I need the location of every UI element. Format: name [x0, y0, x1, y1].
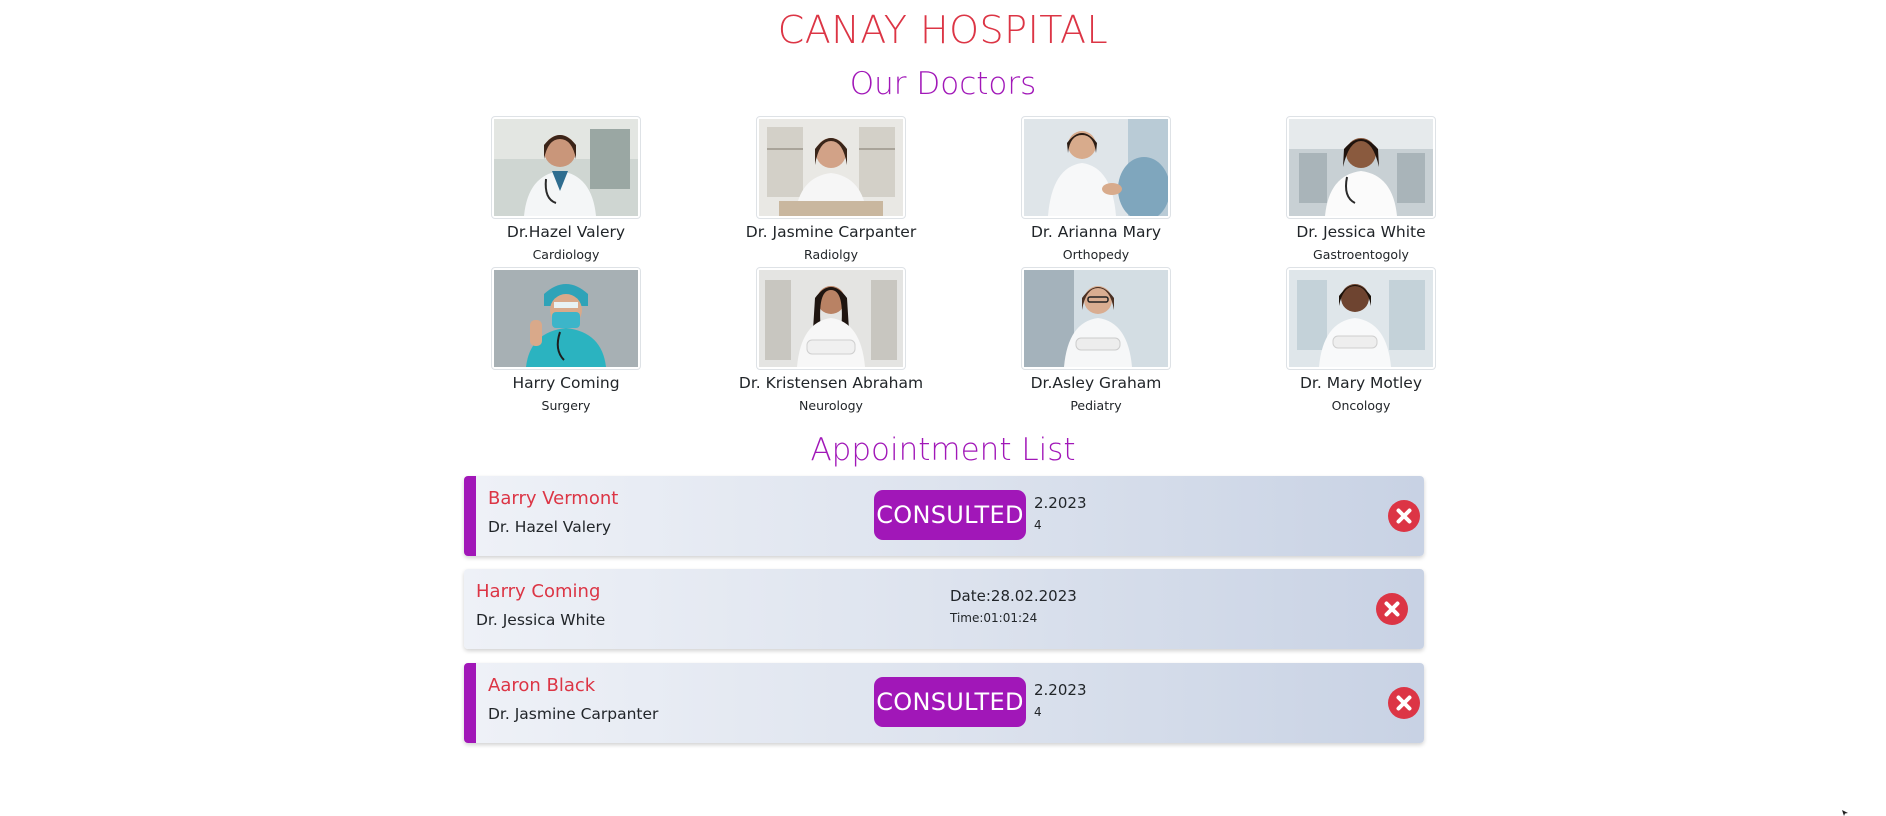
delete-appointment-button[interactable] [1376, 593, 1408, 625]
doctor-name: Dr.Asley Graham [1030, 374, 1162, 392]
doctor-photo [491, 267, 641, 370]
appointment-card[interactable]: Harry Coming Dr. Jessica White Date:28.0… [464, 569, 1424, 649]
doctor-photo [1021, 116, 1171, 219]
doctor-specialty: Oncology [1331, 398, 1391, 413]
doctor-photo [756, 267, 906, 370]
doctor-photo [756, 116, 906, 219]
appointment-time: 4 [1034, 518, 1042, 532]
appointment-patient: Barry Vermont [488, 488, 619, 509]
doctor-card[interactable]: Dr. Mary Motley Oncology [1261, 267, 1461, 413]
doctor-name: Harry Coming [512, 374, 620, 392]
doctor-name: Dr. Arianna Mary [1030, 223, 1161, 241]
appointment-card[interactable]: Barry Vermont Dr. Hazel Valery 2.2023 4 … [464, 476, 1424, 556]
appointment-patient: Harry Coming [476, 581, 601, 602]
doctor-portrait-icon [1289, 119, 1433, 216]
surgeon-portrait-icon [494, 270, 638, 367]
doctor-card[interactable]: Dr. Jasmine Carpanter Radiolgy [731, 116, 931, 262]
doctor-portrait-icon [1024, 119, 1168, 216]
doctor-card[interactable]: Dr.Hazel Valery Cardiology [466, 116, 666, 262]
close-circle-icon [1396, 508, 1412, 524]
doctor-specialty: Pediatry [1070, 398, 1122, 413]
doctor-card[interactable]: Dr.Asley Graham Pediatry [996, 267, 1196, 413]
doctor-name: Dr. Kristensen Abraham [738, 374, 924, 392]
doctor-portrait-icon [494, 119, 638, 216]
page: CANAY HOSPITAL Our Doctors Dr.Hazel Vale… [0, 0, 1886, 816]
doctor-name: Dr. Mary Motley [1299, 374, 1423, 392]
doctor-portrait-icon [1024, 270, 1168, 367]
appointment-time: Time:01:01:24 [950, 611, 1038, 625]
doctor-specialty: Cardiology [532, 247, 600, 262]
appointment-date: Date:28.02.2023 [950, 587, 1077, 605]
doctor-portrait-icon [759, 270, 903, 367]
doctor-name: Dr. Jessica White [1296, 223, 1426, 241]
doctor-name: Dr. Jasmine Carpanter [745, 223, 917, 241]
doctor-card[interactable]: Harry Coming Surgery [466, 267, 666, 413]
appointment-time: 4 [1034, 705, 1042, 719]
delete-appointment-button[interactable] [1388, 687, 1420, 719]
appointment-doctor: Dr. Jessica White [476, 611, 606, 629]
doctor-specialty: Radiolgy [804, 247, 858, 262]
consulted-badge: CONSULTED [874, 490, 1026, 540]
doctor-photo [1021, 267, 1171, 370]
appointment-date: 2.2023 [1034, 494, 1087, 512]
consulted-badge: CONSULTED [874, 677, 1026, 727]
hospital-title: CANAY HOSPITAL [777, 8, 1109, 52]
doctor-specialty: Orthopedy [1062, 247, 1130, 262]
doctors-grid: Dr.Hazel Valery Cardiology Dr. Jasmine C… [464, 116, 1528, 416]
appointments-heading: Appointment List [810, 432, 1076, 468]
appointment-patient: Aaron Black [488, 675, 596, 696]
close-circle-icon [1384, 601, 1400, 617]
doctors-heading: Our Doctors [849, 66, 1037, 102]
doctor-card[interactable]: Dr. Kristensen Abraham Neurology [731, 267, 931, 413]
doctor-specialty: Neurology [799, 398, 863, 413]
doctor-photo [1286, 267, 1436, 370]
doctor-specialty: Gastroentogoly [1313, 247, 1409, 262]
mouse-cursor-icon [1842, 810, 1848, 816]
appointment-doctor: Dr. Hazel Valery [488, 518, 612, 536]
doctor-specialty: Surgery [541, 398, 591, 413]
close-circle-icon [1396, 695, 1412, 711]
delete-appointment-button[interactable] [1388, 500, 1420, 532]
appointment-date: 2.2023 [1034, 681, 1087, 699]
appointment-doctor: Dr. Jasmine Carpanter [488, 705, 659, 723]
doctor-name: Dr.Hazel Valery [506, 223, 626, 241]
doctor-portrait-icon [759, 119, 903, 216]
doctor-card[interactable]: Dr. Jessica White Gastroentogoly [1261, 116, 1461, 262]
doctor-photo [1286, 116, 1436, 219]
doctor-portrait-icon [1289, 270, 1433, 367]
doctor-card[interactable]: Dr. Arianna Mary Orthopedy [996, 116, 1196, 262]
doctor-photo [491, 116, 641, 219]
appointment-card[interactable]: Aaron Black Dr. Jasmine Carpanter 2.2023… [464, 663, 1424, 743]
